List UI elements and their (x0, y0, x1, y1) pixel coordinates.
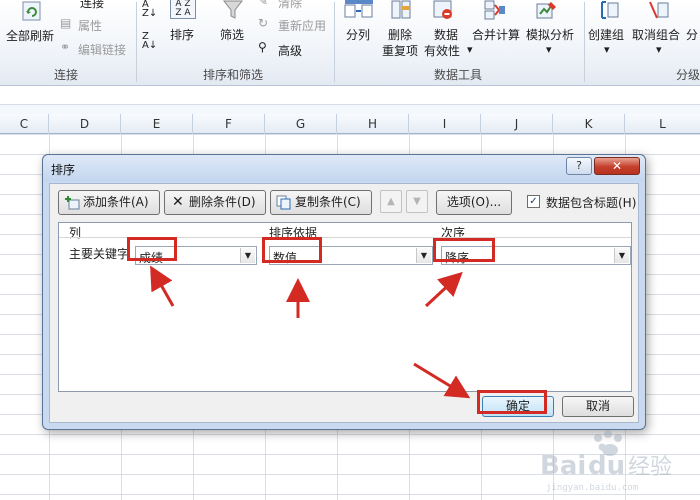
reapply-icon: ↻ (258, 16, 269, 30)
column-header[interactable]: C (0, 114, 49, 134)
highlight-box (262, 237, 322, 263)
svg-text:经验: 经验 (628, 455, 672, 480)
link-icon: ⚭ (60, 40, 71, 54)
data-validation-button[interactable]: 数据 (434, 26, 458, 43)
column-headers: C D E F G H I J K L (0, 114, 700, 134)
reapply-button[interactable]: 重新应用 (278, 17, 326, 34)
sort-dialog: 排序 ? ✕ 添加条件(A) ✕ 删除条件(D) 复制条件(C) ▲ ▼ 选项(… (42, 154, 646, 430)
consolidate-icon (484, 0, 505, 20)
move-up-button[interactable]: ▲ (380, 190, 402, 213)
connections-button[interactable]: 连接 (80, 0, 104, 11)
ungroup-icon (649, 1, 669, 19)
clear-icon: ✎ (258, 0, 269, 8)
what-if-icon (536, 2, 556, 19)
column-list-header: 列 (69, 226, 82, 240)
options-button[interactable]: 选项(O)... (436, 190, 512, 215)
chevron-down-icon: ▾ (467, 43, 473, 56)
column-header[interactable]: D (49, 114, 121, 134)
remove-duplicates-button[interactable]: 删除 (388, 26, 412, 43)
column-header[interactable]: F (193, 114, 265, 134)
column-header[interactable]: L (625, 114, 700, 134)
properties-button[interactable]: 属性 (78, 17, 102, 34)
advanced-filter-icon: ⚲ (258, 40, 267, 54)
ribbon: 全部刷新 连接 ▤ 属性 ⚭ 编辑链接 连接 A Z↓ Z A↓ A ZZ A 排序… (0, 0, 700, 86)
create-group-button[interactable]: 创建组 (588, 26, 624, 43)
column-header[interactable]: G (265, 114, 337, 134)
chevron-down-icon[interactable]: ▼ (240, 248, 255, 263)
what-if-analysis-button[interactable]: 模拟分析 (526, 26, 574, 43)
data-validation-icon (433, 0, 452, 19)
sort-button[interactable]: 排序 (170, 26, 194, 43)
formula-bar-area (0, 86, 700, 114)
copy-icon (276, 195, 291, 210)
copy-level-button[interactable]: 复制条件(C) (270, 190, 372, 215)
filter-button[interactable]: 筛选 (220, 26, 244, 43)
delete-level-label: 删除条件(D) (189, 195, 256, 209)
advanced-button[interactable]: 高级 (278, 42, 302, 59)
properties-icon: ▤ (60, 16, 72, 30)
svg-text:Bai: Bai (540, 451, 586, 481)
sort-za-icon[interactable]: Z A↓ (142, 32, 157, 51)
chevron-down-icon[interactable]: ▼ (614, 248, 629, 263)
delete-level-button[interactable]: ✕ 删除条件(D) (164, 190, 266, 215)
highlight-box (127, 237, 177, 261)
dialog-titlebar[interactable]: 排序 ? ✕ (43, 155, 645, 181)
column-header[interactable]: H (337, 114, 409, 134)
subtotal-button[interactable]: 分 (686, 26, 698, 43)
column-header[interactable]: J (481, 114, 553, 134)
column-header[interactable]: I (409, 114, 481, 134)
refresh-all-button[interactable]: 全部刷新 (6, 27, 54, 44)
delete-icon: ✕ (172, 194, 184, 210)
has-headers-label: 数据包含标题(H) (546, 196, 637, 210)
dialog-title: 排序 (51, 163, 76, 177)
refresh-icon (22, 1, 41, 21)
group-label-connections: 连接 (54, 68, 79, 82)
cancel-button[interactable]: 取消 (562, 396, 634, 417)
edit-links-button[interactable]: 编辑链接 (78, 41, 126, 58)
primary-key-label: 主要关键字 (69, 247, 130, 261)
add-level-label: 添加条件(A) (83, 195, 149, 209)
consolidate-button[interactable]: 合并计算 (472, 26, 520, 43)
copy-level-label: 复制条件(C) (295, 195, 361, 209)
dialog-body: 添加条件(A) ✕ 删除条件(D) 复制条件(C) ▲ ▼ 选项(O)... ✓… (49, 183, 639, 423)
highlight-box (433, 238, 495, 262)
sort-az-icon[interactable]: A Z↓ (142, 0, 157, 19)
remove-duplicates-label-2: 重复项 (382, 44, 419, 58)
svg-text:du: du (588, 451, 625, 481)
chevron-down-icon: ▾ (604, 43, 610, 56)
data-validation-label-2: 有效性 (424, 44, 461, 58)
options-label: 选项(O)... (446, 195, 502, 209)
ungroup-button[interactable]: 取消组合 (632, 26, 680, 43)
group-label-data-tools: 数据工具 (434, 68, 483, 82)
formula-bar[interactable] (0, 104, 700, 114)
close-button[interactable]: ✕ (594, 157, 640, 175)
chevron-down-icon[interactable]: ▼ (416, 248, 431, 263)
column-header[interactable]: K (553, 114, 625, 134)
group-label-sort-filter: 排序和筛选 (203, 68, 264, 82)
add-level-button[interactable]: 添加条件(A) (58, 190, 160, 215)
group-label-outline: 分级 (676, 68, 700, 82)
svg-text:jingyan.baidu.com: jingyan.baidu.com (546, 483, 638, 493)
chevron-down-icon: ▾ (546, 43, 552, 56)
add-level-icon (65, 196, 80, 210)
sort-icon: A ZZ A (170, 0, 196, 19)
has-headers-checkbox[interactable]: ✓ (527, 195, 540, 208)
chevron-down-icon: ▾ (656, 43, 662, 56)
text-to-columns-button[interactable]: 分列 (346, 26, 370, 43)
clear-button[interactable]: 清除 (278, 0, 302, 11)
filter-icon (222, 0, 244, 19)
ribbon-separator (334, 2, 335, 82)
move-down-button[interactable]: ▼ (406, 190, 428, 213)
highlight-box (477, 390, 547, 414)
ribbon-separator (136, 2, 137, 82)
column-header[interactable]: E (121, 114, 193, 134)
ribbon-separator (584, 2, 585, 82)
baidu-jingyan-watermark: Bai du 经验 jingyan.baidu.com (540, 430, 672, 493)
text-to-columns-icon (344, 0, 373, 18)
group-icon (601, 1, 619, 19)
help-button[interactable]: ? (566, 157, 592, 175)
remove-duplicates-icon (391, 0, 411, 19)
